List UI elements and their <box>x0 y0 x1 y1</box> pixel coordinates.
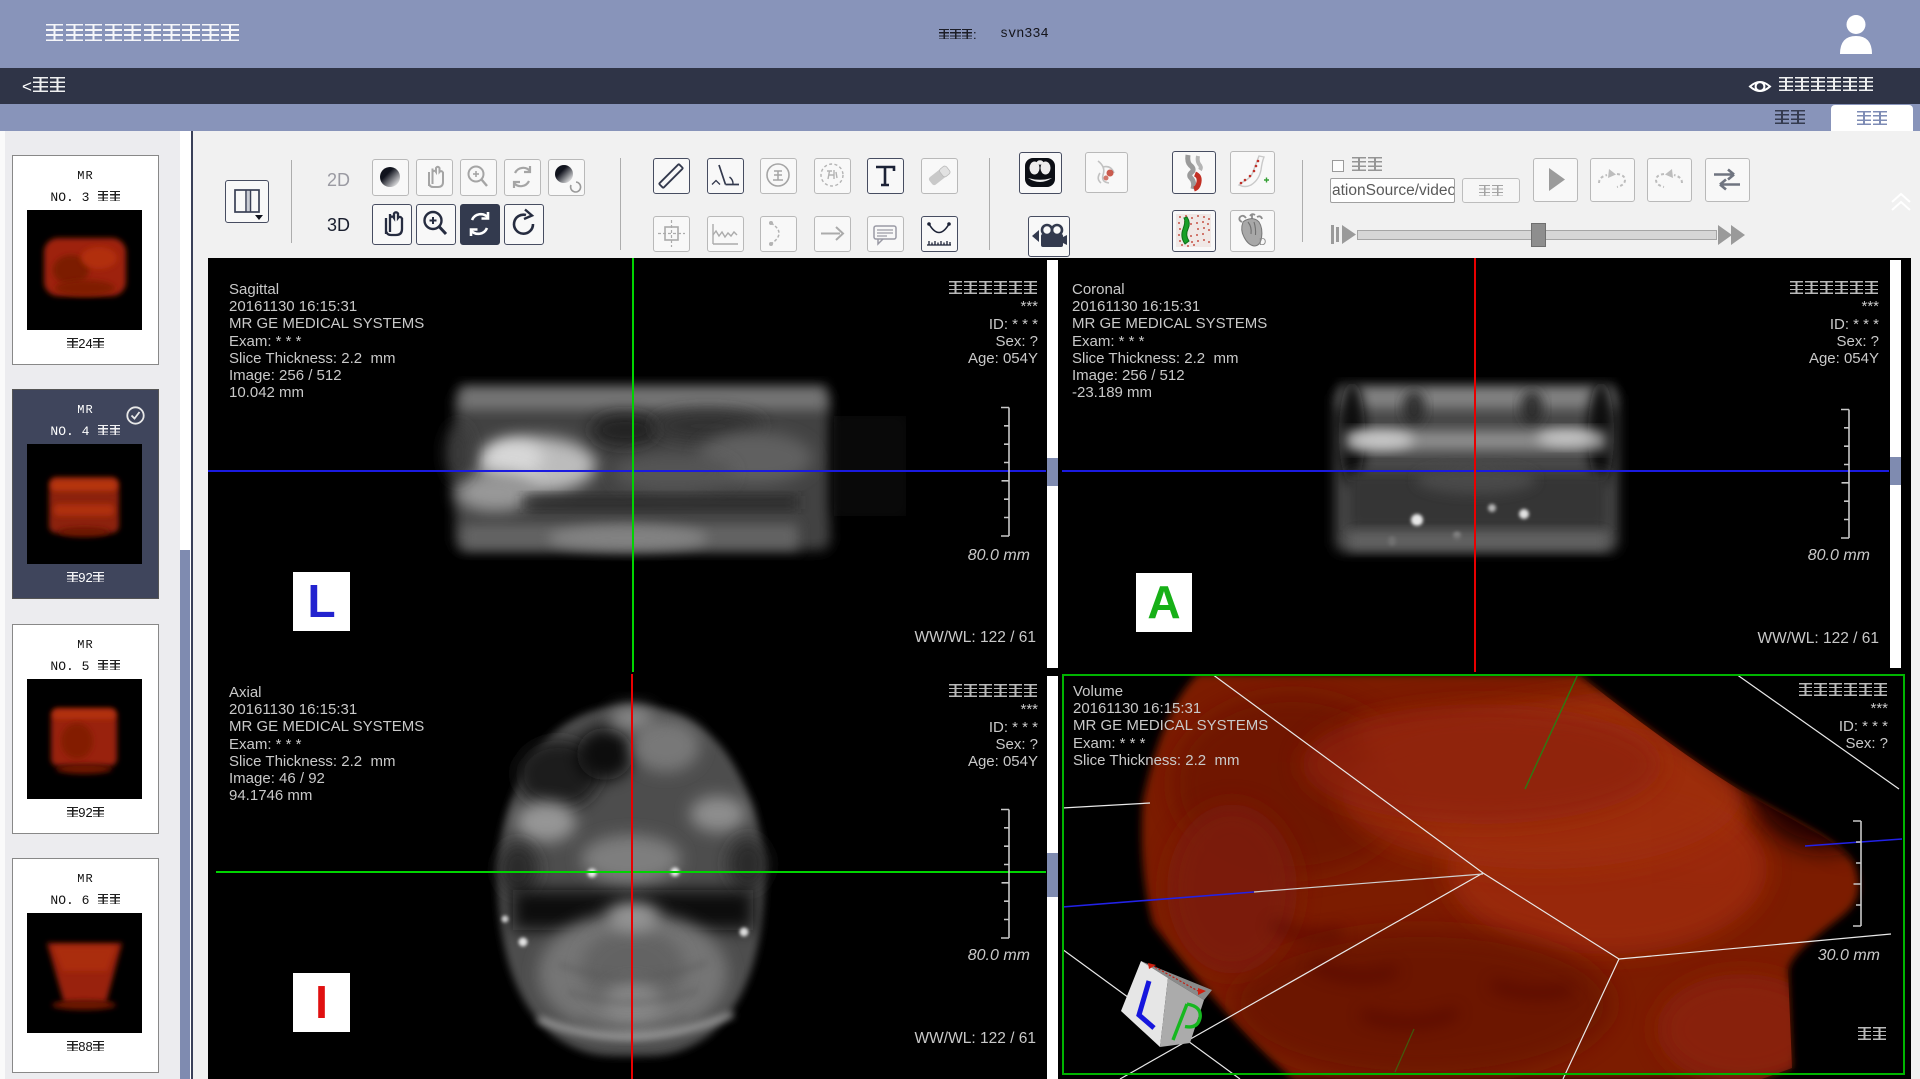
svg-text:D: D <box>1259 237 1266 248</box>
